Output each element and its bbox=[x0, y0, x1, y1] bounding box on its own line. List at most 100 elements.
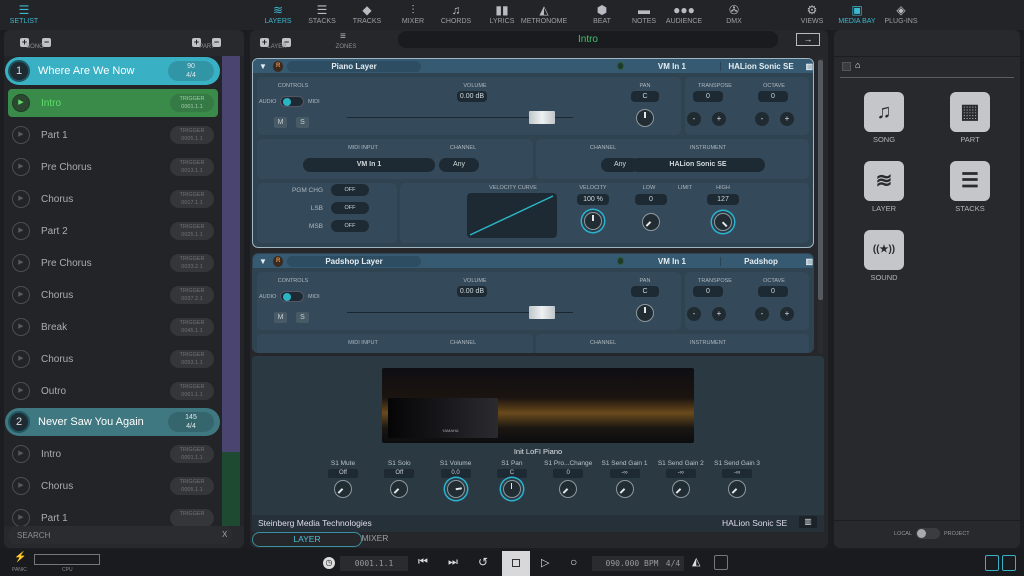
velocity-curve-graph[interactable] bbox=[467, 193, 557, 238]
knob[interactable] bbox=[390, 480, 409, 498]
audio-midi-toggle[interactable] bbox=[280, 96, 304, 107]
instrument-select[interactable]: HALion Sonic SE bbox=[631, 158, 765, 172]
part-row[interactable]: ▶ Chorus TRIGGER 0053.1.1 bbox=[8, 345, 218, 373]
volume-fader-handle[interactable] bbox=[529, 111, 555, 124]
tab-notes[interactable]: ▬ NOTES bbox=[622, 2, 666, 25]
play-icon[interactable]: ▶ bbox=[12, 126, 30, 144]
loop-icon[interactable]: ↺ bbox=[478, 555, 488, 569]
part-row[interactable]: ▶ Intro TRIGGER 0001.1.1 bbox=[8, 440, 218, 468]
input-channel-select[interactable]: Any bbox=[439, 158, 479, 172]
knob[interactable] bbox=[502, 480, 521, 498]
panic-icon[interactable]: ⚡ bbox=[14, 552, 26, 563]
tab-dmx[interactable]: ✇ DMX bbox=[712, 2, 756, 25]
midi-input-select[interactable]: VM In 1 bbox=[624, 62, 719, 71]
play-icon[interactable]: ▶ bbox=[12, 509, 30, 526]
play-icon[interactable]: ▶ bbox=[12, 254, 30, 272]
media-bay-part[interactable]: ▦ PART bbox=[950, 92, 990, 144]
clear-search-button[interactable]: X bbox=[222, 530, 227, 539]
play-icon[interactable]: ▶ bbox=[12, 445, 30, 463]
checkbox[interactable] bbox=[842, 62, 851, 71]
media-bay-song[interactable]: ♫ SONG bbox=[864, 92, 904, 144]
octave-down-button[interactable]: - bbox=[755, 112, 769, 126]
knob[interactable] bbox=[334, 480, 352, 498]
part-row[interactable]: ▶ Break TRIGGER 0045.1.1 bbox=[8, 313, 218, 341]
tab-plug-ins[interactable]: ◈ PLUG-INS bbox=[878, 2, 924, 25]
record-enable-button[interactable]: R bbox=[272, 60, 284, 72]
tab-mixer[interactable]: MIXER bbox=[330, 533, 420, 543]
transpose-down-button[interactable]: - bbox=[687, 307, 701, 321]
part-row[interactable]: ▶ Intro TRIGGER 0001.1.1 bbox=[8, 89, 218, 117]
tempo-display[interactable]: 090.000 BPM bbox=[592, 556, 672, 571]
collapse-icon[interactable]: ▼ bbox=[259, 257, 267, 266]
play-icon[interactable]: ▶ bbox=[12, 350, 30, 368]
part-row[interactable]: ▶ Pre Chorus TRIGGER 0033.2.1 bbox=[8, 249, 218, 277]
tab-metronome[interactable]: ◭ METRONOME bbox=[518, 2, 570, 25]
stop-button[interactable] bbox=[502, 551, 530, 576]
knob[interactable] bbox=[584, 212, 602, 230]
tab-stacks[interactable]: ☰ STACKS bbox=[300, 2, 344, 25]
keyboard-icon[interactable]: ▥ bbox=[805, 257, 813, 266]
clock-icon[interactable]: ◷ bbox=[323, 557, 335, 569]
knob[interactable] bbox=[714, 213, 732, 231]
mute-button[interactable]: M bbox=[274, 312, 287, 323]
tab-layers[interactable]: ≋ LAYERS bbox=[256, 2, 300, 25]
midi-input-select[interactable]: VM In 1 bbox=[303, 158, 435, 172]
part-row[interactable]: ▶ Pre Chorus TRIGGER 0013.1.1 bbox=[8, 153, 218, 181]
local-project-toggle[interactable] bbox=[916, 528, 940, 539]
part-row[interactable]: ▶ Outro TRIGGER 0061.1.1 bbox=[8, 377, 218, 405]
right-panel-toggle[interactable] bbox=[1002, 555, 1016, 571]
octave-down-button[interactable]: - bbox=[755, 307, 769, 321]
left-panel-toggle[interactable] bbox=[985, 555, 999, 571]
part-row[interactable]: ▶ Chorus TRIGGER 0037.2.1 bbox=[8, 281, 218, 309]
position-display[interactable]: 0001.1.1 bbox=[340, 556, 408, 571]
mute-button[interactable]: M bbox=[274, 117, 287, 128]
tab-mixer[interactable]: ⫶ MIXER bbox=[391, 2, 435, 25]
play-icon[interactable]: ▶ bbox=[12, 222, 30, 240]
transpose-down-button[interactable]: - bbox=[687, 112, 701, 126]
part-row[interactable]: ▶ Part 1 TRIGGER bbox=[8, 504, 218, 526]
instrument-select[interactable]: HALion Sonic SE bbox=[719, 61, 802, 71]
solo-button[interactable]: S bbox=[296, 117, 309, 128]
knob[interactable] bbox=[615, 480, 634, 498]
search-input[interactable]: SEARCH bbox=[8, 526, 233, 544]
play-icon[interactable]: ▶ bbox=[12, 158, 30, 176]
knob[interactable] bbox=[559, 480, 578, 498]
play-icon[interactable]: ▶ bbox=[12, 477, 30, 495]
skip-forward-icon[interactable]: ⏭ bbox=[448, 556, 458, 569]
knob[interactable] bbox=[728, 480, 747, 498]
record-icon[interactable]: ○ bbox=[570, 555, 577, 569]
play-icon[interactable]: ▶ bbox=[12, 94, 30, 112]
part-row[interactable]: ▶ Part 1 TRIGGER 0005.1.1 bbox=[8, 121, 218, 149]
audio-midi-toggle[interactable] bbox=[280, 291, 304, 302]
part-row[interactable]: ▶ Chorus TRIGGER 0005.1.1 bbox=[8, 472, 218, 500]
zones-icon[interactable]: ≡ bbox=[340, 31, 346, 42]
precount-toggle[interactable] bbox=[714, 555, 728, 570]
octave-up-button[interactable]: + bbox=[780, 112, 794, 126]
zones-button[interactable]: ZONES bbox=[331, 44, 361, 50]
msb-toggle[interactable]: OFF bbox=[331, 220, 369, 232]
instrument-select[interactable]: Padshop bbox=[719, 256, 802, 266]
media-bay-layer[interactable]: ≋ LAYER bbox=[864, 161, 904, 213]
tab-views[interactable]: ⚙ VIEWS bbox=[790, 2, 834, 25]
layer-name[interactable]: Padshop Layer bbox=[287, 255, 421, 267]
layer-name[interactable]: Piano Layer bbox=[287, 60, 421, 72]
play-icon[interactable]: ▶ bbox=[12, 382, 30, 400]
lsb-toggle[interactable]: OFF bbox=[331, 202, 369, 214]
play-icon[interactable]: ▶ bbox=[12, 318, 30, 336]
signature-display[interactable]: 4/4 bbox=[662, 556, 684, 571]
collapse-icon[interactable]: ▼ bbox=[259, 62, 267, 71]
metronome-icon[interactable]: ◭ bbox=[692, 555, 700, 568]
song-row[interactable]: 2 Never Saw You Again 145 4/4 bbox=[5, 408, 220, 436]
part-row[interactable]: ▶ Part 2 TRIGGER 0025.1.1 bbox=[8, 217, 218, 245]
play-icon[interactable]: ▷ bbox=[541, 556, 549, 569]
tab-audience[interactable]: ●●● AUDIENCE bbox=[662, 2, 706, 25]
play-icon[interactable]: ▶ bbox=[12, 190, 30, 208]
tab-media-bay[interactable]: ▣ MEDIA BAY bbox=[834, 2, 880, 25]
midi-input-select[interactable]: VM In 1 bbox=[624, 257, 719, 266]
transpose-up-button[interactable]: + bbox=[712, 307, 726, 321]
knob[interactable] bbox=[642, 213, 660, 231]
part-row[interactable]: ▶ Chorus TRIGGER 0017.1.1 bbox=[8, 185, 218, 213]
knob[interactable] bbox=[636, 109, 654, 127]
song-row[interactable]: 1 Where Are We Now 90 4/4 bbox=[5, 57, 220, 85]
panic-button[interactable]: PANIC bbox=[12, 567, 27, 573]
